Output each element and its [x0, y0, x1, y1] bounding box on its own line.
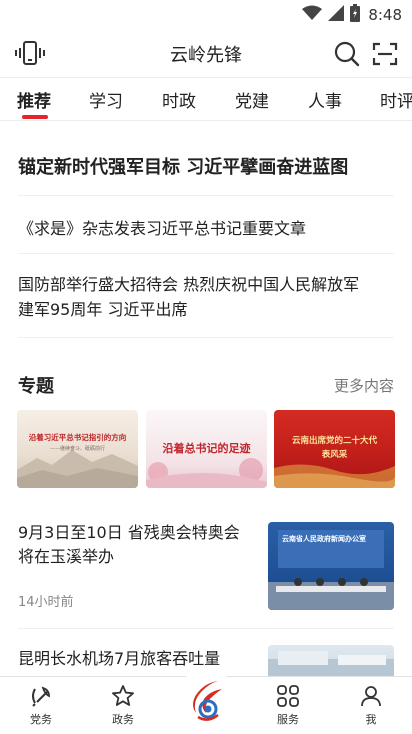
bottom-nav: 党务 政务 服务 我: [0, 669, 412, 734]
nav-item-government[interactable]: 政务: [93, 683, 153, 727]
status-time: 8:48: [368, 6, 402, 24]
party-emblem-icon: [28, 683, 54, 709]
nav-item-services[interactable]: 服务: [258, 683, 318, 727]
headline-main[interactable]: 锚定新时代强军目标 习近平擘画奋进蓝图: [18, 153, 394, 179]
app-logo-icon[interactable]: [176, 669, 236, 729]
app-header: 云岭先锋: [0, 30, 412, 76]
more-topics-link[interactable]: 更多内容: [334, 375, 394, 396]
tab-personnel[interactable]: 人事: [308, 87, 342, 112]
nav-label: 政务: [112, 713, 134, 726]
search-icon[interactable]: [332, 39, 362, 69]
status-bar: 8:48: [0, 0, 412, 30]
nav-item-me[interactable]: 我: [341, 683, 401, 727]
headline-sub-1[interactable]: 《求是》杂志发表习近平总书记重要文章: [18, 215, 394, 239]
topic-card-1-subtitle: ——继续奋斗、砥砺前行: [49, 446, 105, 452]
tab-politics[interactable]: 时政: [162, 87, 196, 112]
scan-icon[interactable]: [370, 39, 400, 69]
topic-card-3[interactable]: 云南出席党的二十大代表风采: [274, 410, 395, 488]
tab-recommend[interactable]: 推荐: [17, 87, 51, 112]
phone-vibrate-icon[interactable]: [14, 39, 46, 67]
topic-card-3-title: 云南出席党的二十大代表风采: [291, 436, 377, 460]
status-icons: 8:48: [302, 4, 402, 26]
divider: [18, 253, 394, 254]
channel-tab-bar: 推荐 学习 时政 党建 人事 时评: [0, 77, 412, 121]
headline-sub-2[interactable]: 国防部举行盛大招待会 热烈庆祝中国人民解放军 建军95周年 习近平出席: [18, 272, 394, 322]
tab-party-building[interactable]: 党建: [235, 87, 269, 112]
news-item-1-thumbnail-caption: 云南省人民政府新闻办公室: [282, 535, 366, 543]
nav-label: 服务: [277, 713, 299, 726]
nav-item-party-affairs[interactable]: 党务: [11, 683, 71, 727]
wifi-icon: [302, 5, 323, 25]
headline-sub-2-line-1: 国防部举行盛大招待会 热烈庆祝中国人民解放军: [18, 275, 360, 294]
nav-label: 我: [365, 713, 377, 726]
topic-card-2[interactable]: 沿着总书记的足迹: [146, 410, 267, 488]
grid-icon: [275, 683, 301, 709]
divider: [18, 337, 394, 338]
divider: [18, 628, 394, 629]
signal-icon: [328, 5, 345, 25]
battery-icon: [350, 4, 361, 26]
divider: [18, 195, 394, 196]
tab-commentary[interactable]: 时评: [380, 87, 412, 112]
news-item-2-title[interactable]: 昆明长水机场7月旅客吞吐量: [18, 647, 248, 671]
tab-study[interactable]: 学习: [89, 87, 123, 112]
topic-card-1-title: 沿着习近平总书记指引的方向: [28, 433, 127, 442]
headline-sub-2-line-2: 建军95周年 习近平出席: [18, 300, 188, 319]
topic-card-1[interactable]: 沿着习近平总书记指引的方向 ——继续奋斗、砥砺前行: [17, 410, 138, 488]
nav-label: 党务: [30, 713, 52, 726]
news-item-1-title[interactable]: 9月3日至10日 省残奥会特奥会将在玉溪举办: [18, 521, 248, 569]
star-icon: [110, 683, 136, 709]
section-title-topics: 专题: [18, 376, 54, 397]
news-item-1-thumbnail[interactable]: 云南省人民政府新闻办公室: [268, 522, 394, 610]
news-item-1-time: 14小时前: [18, 595, 74, 610]
active-tab-indicator: [22, 115, 48, 119]
topic-card-2-title: 沿着总书记的足迹: [162, 442, 251, 455]
user-icon: [358, 683, 384, 709]
